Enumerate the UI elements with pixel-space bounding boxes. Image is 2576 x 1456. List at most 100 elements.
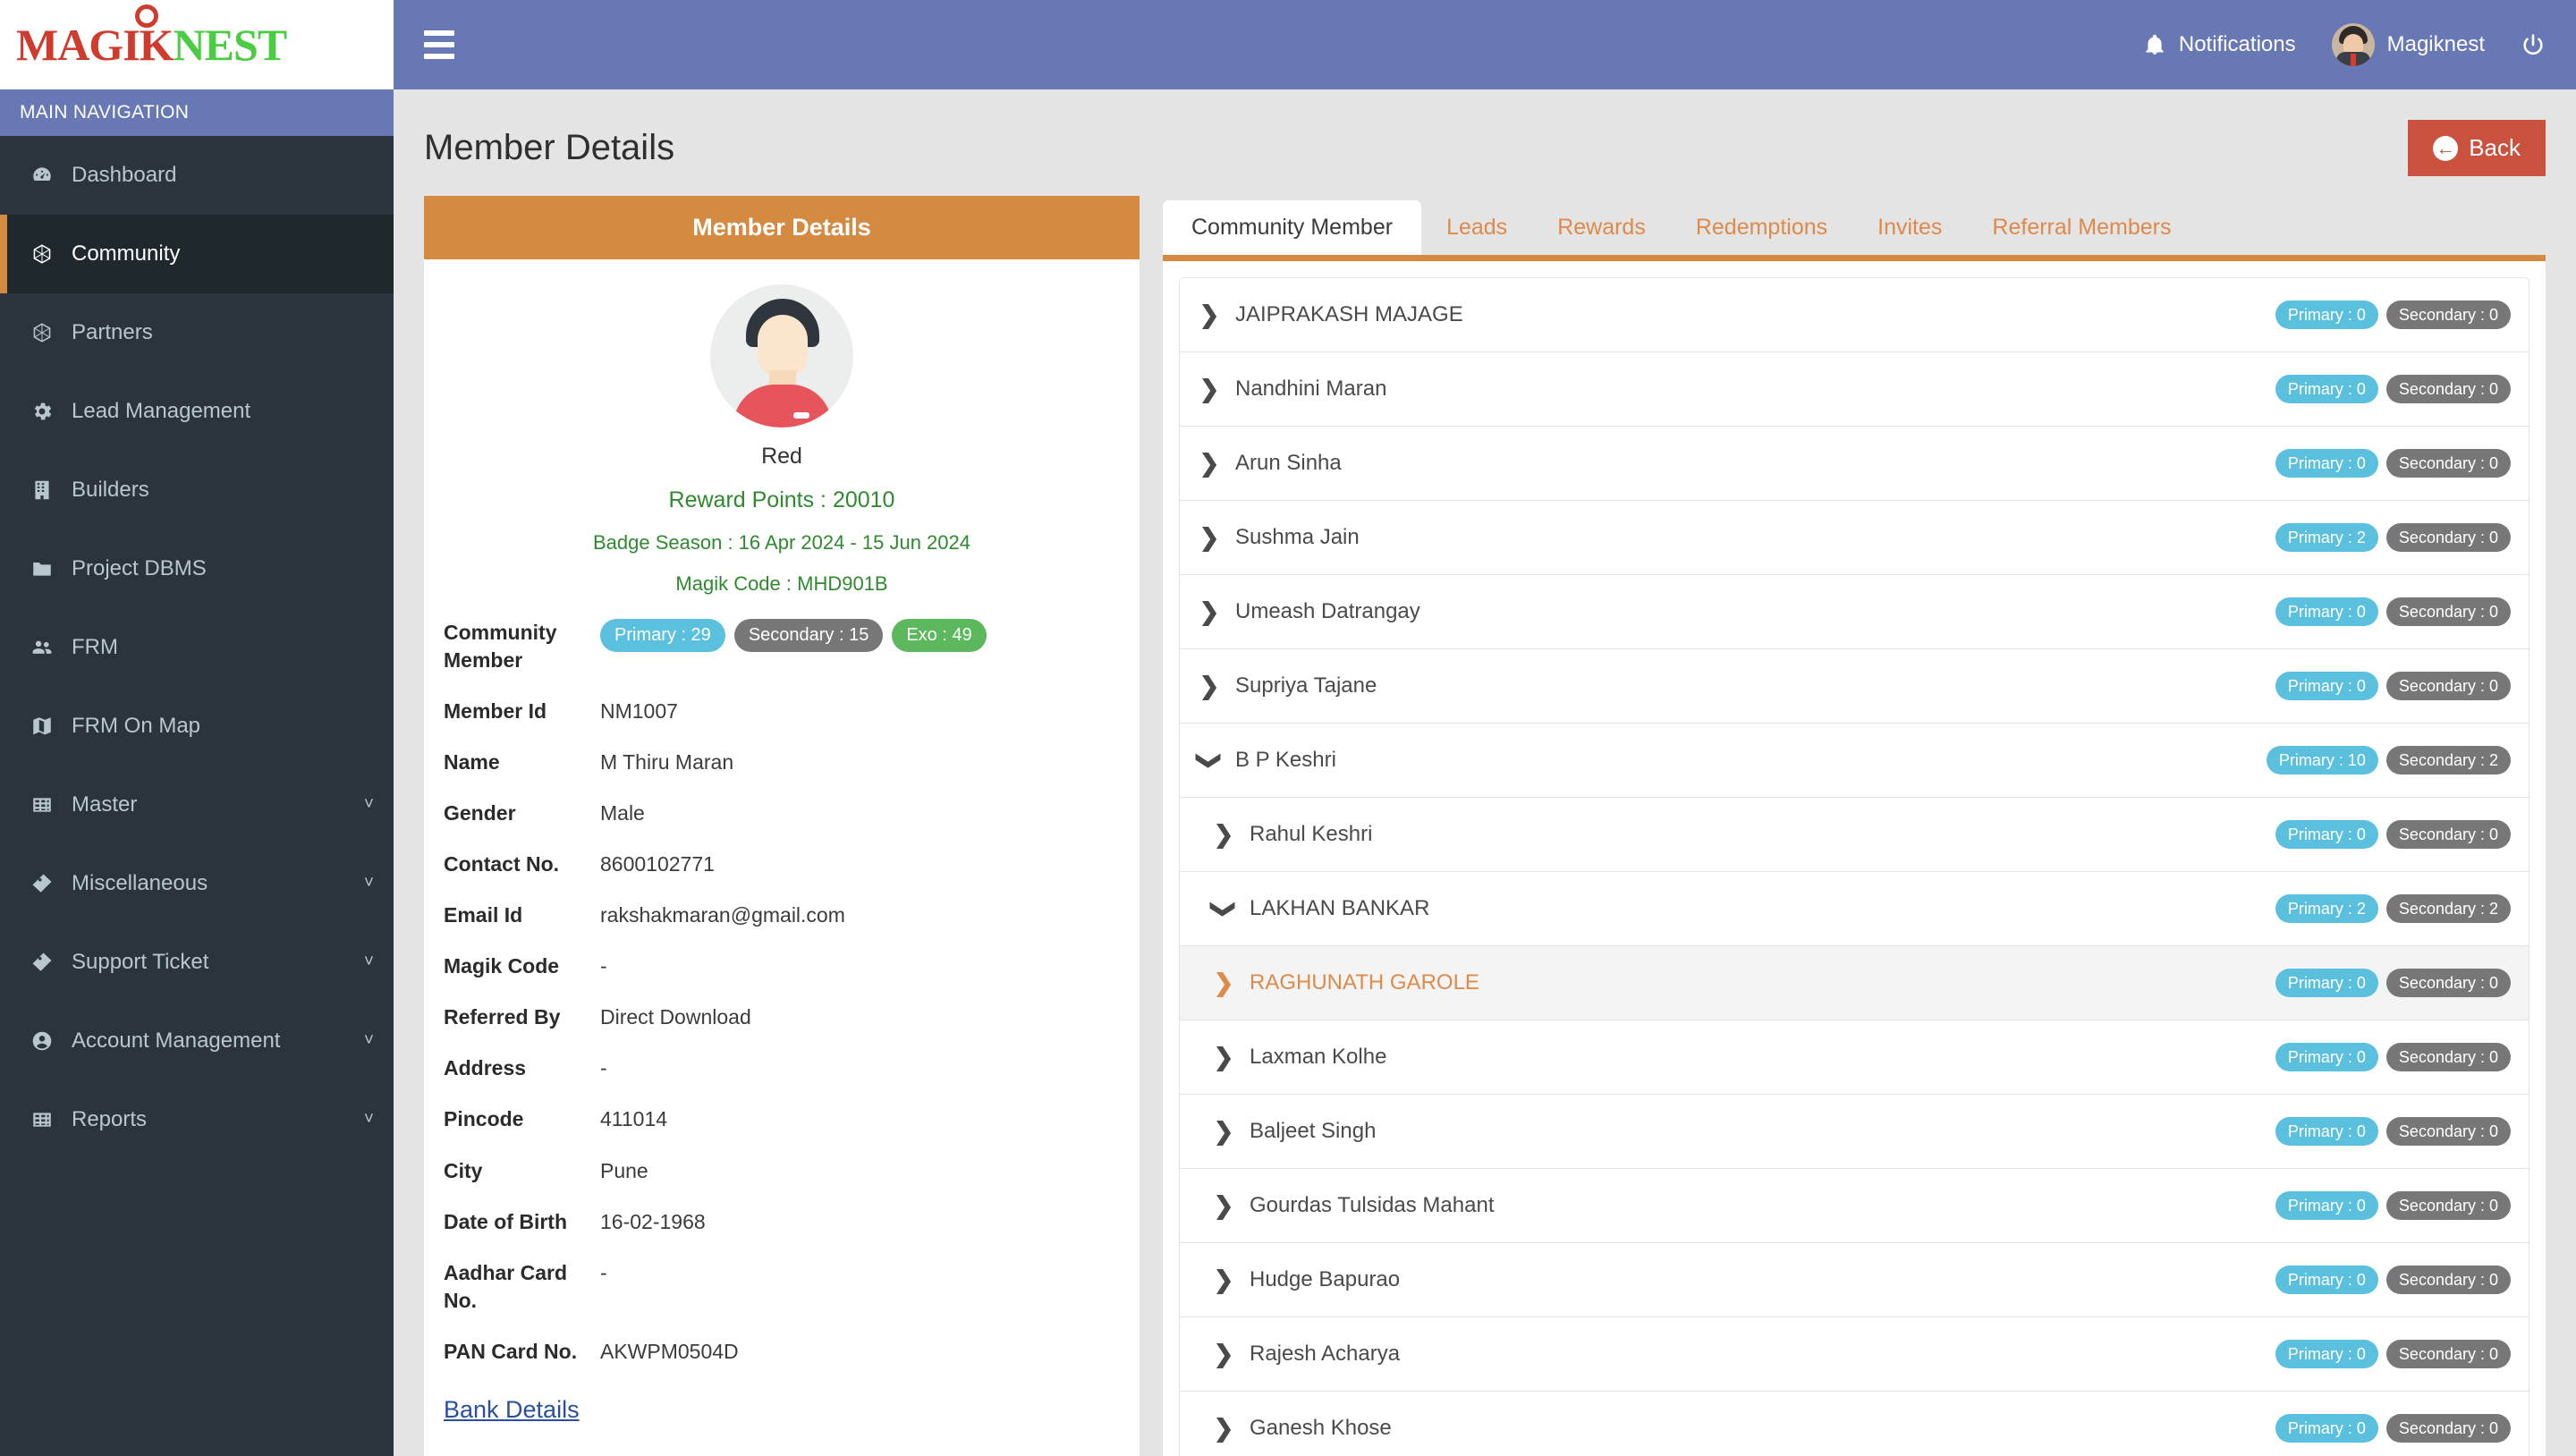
page-title: Member Details: [424, 128, 675, 167]
table-row[interactable]: ❯ RAGHUNATH GAROLE Primary : 0 Secondary : …: [1179, 945, 2529, 1020]
chevron-right-icon[interactable]: ❯: [1198, 376, 1221, 403]
chevron-right-icon[interactable]: ❯: [1198, 673, 1221, 700]
table-row[interactable]: ❯ Ganesh Khose Primary : 0 Secondary : 0: [1179, 1391, 2529, 1456]
sidebar-item-frm-on-map[interactable]: FRM On Map: [0, 687, 394, 766]
member-field-label: Pincode: [444, 1107, 524, 1131]
chevron-down-icon[interactable]: ❯: [1196, 749, 1224, 772]
table-row[interactable]: ❯ Supriya Tajane Primary : 0 Secondary : 0: [1179, 648, 2529, 723]
table-row[interactable]: ❯ Arun Sinha Primary : 0 Secondary : 0: [1179, 426, 2529, 500]
table-row[interactable]: ❯ Gourdas Tulsidas Mahant Primary : 0 Secon…: [1179, 1168, 2529, 1242]
secondary-count-badge: Secondary : 0: [2385, 597, 2511, 627]
member-details-card-header: Member Details: [424, 196, 1140, 259]
sidebar-item-label: Support Ticket: [72, 950, 209, 974]
chevron-right-icon[interactable]: ❯: [1212, 1192, 1235, 1220]
sidebar-item-builders[interactable]: Builders: [0, 451, 394, 529]
secondary-count-badge: Secondary : 0: [2385, 1190, 2511, 1221]
logout-button[interactable]: [2521, 32, 2546, 57]
chevron-right-icon[interactable]: ❯: [1198, 598, 1221, 626]
tab-referral-members[interactable]: Referral Members: [1967, 200, 2196, 255]
table-row[interactable]: ❯ Baljeet Singh Primary : 0 Secondary : 0: [1179, 1094, 2529, 1168]
tab-rewards[interactable]: Rewards: [1532, 200, 1671, 255]
secondary-count-badge: Secondary : 0: [2385, 1042, 2511, 1072]
main-area: Notifications Magiknest Member Details ←…: [394, 0, 2576, 1456]
member-field-label: Email Id: [444, 903, 523, 927]
member-row-name: Rajesh Acharya: [1250, 1342, 1401, 1366]
notifications-button[interactable]: Notifications: [2143, 32, 2296, 57]
secondary-count-badge: Secondary : 0: [2385, 1339, 2511, 1369]
sidebar-item-reports[interactable]: Reports ˅: [0, 1080, 394, 1159]
member-avatar-pocket: [793, 412, 809, 419]
users-icon: [27, 636, 57, 659]
chevron-right-icon[interactable]: ❯: [1212, 1266, 1235, 1294]
member-row-badges: Primary : 0 Secondary : 0: [2275, 448, 2511, 478]
user-circle-icon: [27, 1029, 57, 1053]
table-row[interactable]: ❯ Nandhini Maran Primary : 0 Secondary : 0: [1179, 351, 2529, 426]
sidebar-item-label: Project DBMS: [72, 556, 207, 580]
back-button[interactable]: ← Back: [2408, 120, 2546, 176]
community-icon: [27, 242, 57, 266]
table-row[interactable]: ❯ Rahul Keshri Primary : 0 Secondary : 0: [1179, 797, 2529, 871]
sidebar-item-lead-management[interactable]: Lead Management: [0, 372, 394, 451]
tab-redemptions[interactable]: Redemptions: [1671, 200, 1852, 255]
chevron-right-icon[interactable]: ❯: [1212, 1415, 1235, 1443]
table-row[interactable]: ❯ B P Keshri Primary : 10 Secondary : 2: [1179, 723, 2529, 797]
hamburger-menu-icon[interactable]: [424, 30, 454, 59]
community-badge: Exo : 49: [892, 619, 987, 652]
tab-invites[interactable]: Invites: [1852, 200, 1967, 255]
topbar-right: Notifications Magiknest: [2143, 23, 2546, 66]
chevron-right-icon[interactable]: ❯: [1212, 1341, 1235, 1368]
member-avatar-face: [758, 315, 808, 377]
chevron-right-icon[interactable]: ❯: [1212, 969, 1235, 997]
bell-icon: [2146, 34, 2164, 55]
table-row[interactable]: ❯ Rajesh Acharya Primary : 0 Secondary : 0: [1179, 1316, 2529, 1391]
member-field-value: -: [600, 1260, 607, 1284]
user-name-label: Magiknest: [2386, 32, 2485, 56]
member-row-badges: Primary : 0 Secondary : 0: [2275, 1265, 2511, 1295]
reward-points: Reward Points : 20010: [668, 487, 895, 512]
chevron-right-icon[interactable]: ❯: [1198, 301, 1221, 329]
member-row-name: Hudge Bapurao: [1250, 1267, 1401, 1291]
member-field-value: Direct Download: [600, 1005, 751, 1029]
chevron-right-icon[interactable]: ❯: [1212, 1044, 1235, 1071]
table-row[interactable]: ❯ Hudge Bapurao Primary : 0 Secondary : 0: [1179, 1242, 2529, 1316]
sidebar-item-support-ticket[interactable]: Support Ticket ˅: [0, 923, 394, 1002]
sidebar-item-project-dbms[interactable]: Project DBMS: [0, 529, 394, 608]
tab-leads[interactable]: Leads: [1421, 200, 1532, 255]
table-row[interactable]: ❯ Sushma Jain Primary : 2 Secondary : 0: [1179, 500, 2529, 574]
member-field-value: Male: [600, 801, 645, 825]
page-content: Member Details ← Back Member Details Red…: [394, 89, 2576, 1456]
table-row[interactable]: ❯ Umeash Datrangay Primary : 0 Secondary : …: [1179, 574, 2529, 648]
table-row[interactable]: ❯ Laxman Kolhe Primary : 0 Secondary : 0: [1179, 1020, 2529, 1094]
sidebar-item-miscellaneous[interactable]: Miscellaneous ˅: [0, 844, 394, 923]
chevron-down-icon[interactable]: ❯: [1210, 897, 1238, 920]
member-row-badges: Primary : 0 Secondary : 0: [2275, 819, 2511, 850]
sidebar-item-partners[interactable]: Partners: [0, 293, 394, 372]
chevron-right-icon[interactable]: ❯: [1212, 1118, 1235, 1146]
sidebar-item-dashboard[interactable]: Dashboard: [0, 136, 394, 215]
member-row-badges: Primary : 0 Secondary : 0: [2275, 1413, 2511, 1443]
chevron-right-icon[interactable]: ❯: [1198, 450, 1221, 478]
tab-community-member[interactable]: Community Member: [1163, 200, 1422, 255]
sidebar-item-community[interactable]: Community: [0, 215, 394, 293]
partners-icon: [33, 323, 51, 343]
table-row[interactable]: ❯ LAKHAN BANKAR Primary : 2 Secondary : 2: [1179, 871, 2529, 945]
sidebar-item-account-management[interactable]: Account Management ˅: [0, 1002, 394, 1080]
member-field-label: Name: [444, 750, 500, 775]
table-row[interactable]: ❯ JAIPRAKASH MAJAGE Primary : 0 Secondary :…: [1179, 277, 2529, 351]
community-member-label: Community Member: [444, 621, 557, 673]
avatar: [2331, 23, 2375, 66]
secondary-count-badge: Secondary : 0: [2385, 374, 2511, 404]
user-menu[interactable]: Magiknest: [2331, 23, 2485, 66]
member-field-value: 16-02-1968: [600, 1209, 706, 1233]
member-row-badges: Primary : 0 Secondary : 0: [2275, 671, 2511, 701]
bank-details-link[interactable]: Bank Details: [444, 1396, 1120, 1424]
partners-icon: [27, 321, 57, 344]
notifications-label: Notifications: [2178, 32, 2296, 56]
sidebar-item-label: Dashboard: [72, 163, 177, 187]
sidebar-item-master[interactable]: Master ˅: [0, 766, 394, 844]
chevron-right-icon[interactable]: ❯: [1198, 524, 1221, 552]
secondary-count-badge: Secondary : 0: [2385, 671, 2511, 701]
logo[interactable]: MAGIKNEST: [0, 0, 394, 89]
chevron-right-icon[interactable]: ❯: [1212, 821, 1235, 849]
sidebar-item-frm[interactable]: FRM: [0, 608, 394, 687]
